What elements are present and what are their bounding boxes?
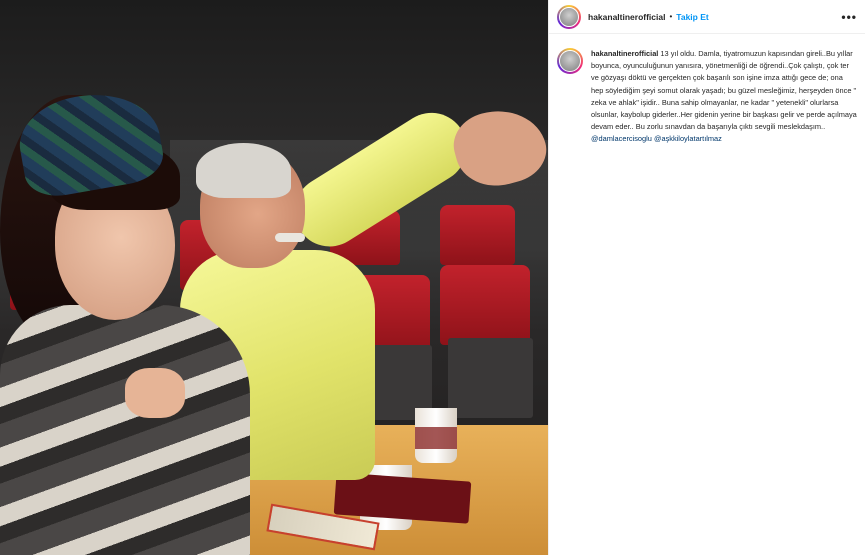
post-side-panel: hakanaltinerofficial • Takip Et ••• haka… (548, 0, 865, 555)
caption-body: 13 yıl oldu. Damla, tiyatromuzun kapısın… (591, 49, 857, 132)
caption-avatar[interactable] (557, 48, 583, 74)
follow-button[interactable]: Takip Et (676, 12, 708, 22)
post-username[interactable]: hakanaltinerofficial (588, 12, 665, 22)
man-mustache (275, 233, 305, 242)
man-hair (196, 143, 291, 198)
paper-cup (415, 408, 457, 463)
caption-text-block: hakanaltinerofficial 13 yıl oldu. Damla,… (591, 48, 857, 146)
mention-link[interactable]: @damlacercisoglu (591, 134, 652, 143)
instagram-post: hakanaltinerofficial • Takip Et ••• haka… (0, 0, 865, 555)
more-options-icon[interactable]: ••• (841, 10, 857, 24)
theater-seat (440, 265, 530, 345)
post-caption: hakanaltinerofficial 13 yıl oldu. Damla,… (549, 34, 865, 146)
post-photo[interactable] (0, 0, 548, 555)
separator-dot: • (669, 12, 673, 21)
mention-link[interactable]: @aşkkiloylatartılmaz (654, 134, 722, 143)
seat-base (448, 338, 533, 418)
avatar[interactable] (557, 4, 581, 29)
caption-username[interactable]: hakanaltinerofficial (591, 49, 658, 58)
woman-figure (0, 305, 250, 555)
post-header: hakanaltinerofficial • Takip Et ••• (549, 0, 865, 34)
theater-seat (440, 205, 515, 265)
woman-hand (125, 368, 185, 418)
